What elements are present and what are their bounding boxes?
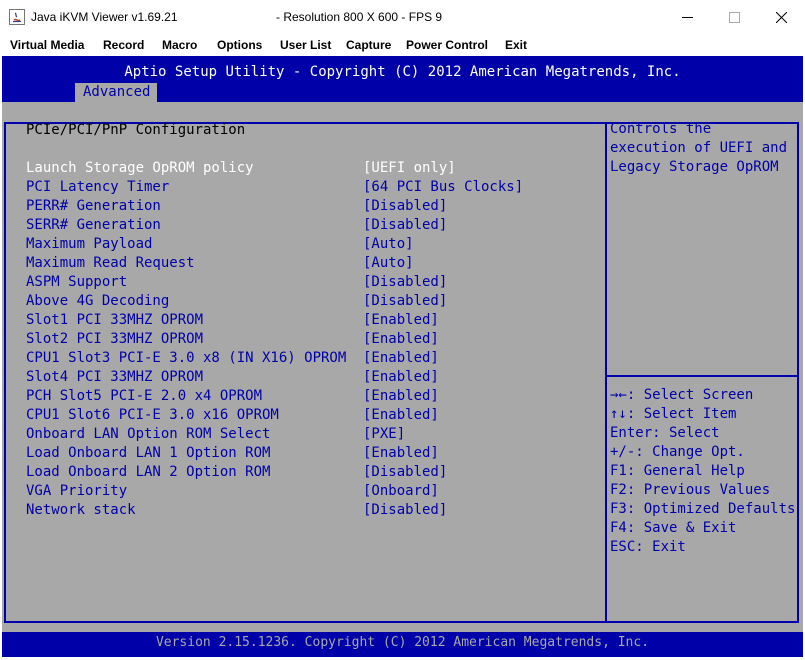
setting-row[interactable]: CPU1 Slot6 PCI-E 3.0 x16 OPROM [Enabled] xyxy=(2,407,602,426)
key-help-line: F3: Optimized Defaults xyxy=(610,501,796,517)
setting-label: Onboard LAN Option ROM Select xyxy=(26,426,271,442)
setting-label: Above 4G Decoding xyxy=(26,293,170,309)
maximize-button[interactable] xyxy=(711,4,757,30)
setting-label: PCI Latency Timer xyxy=(26,179,170,195)
setting-row[interactable]: Slot1 PCI 33MHZ OPROM [Enabled] xyxy=(2,312,602,331)
setting-label: Slot1 PCI 33MHZ OPROM xyxy=(26,312,204,328)
setting-label: SERR# Generation xyxy=(26,217,161,233)
setting-row[interactable]: Maximum Read Request [Auto] xyxy=(2,255,602,274)
setting-row[interactable]: SERR# Generation [Disabled] xyxy=(2,217,602,236)
setting-value[interactable]: [Disabled] xyxy=(363,217,447,233)
tab-advanced[interactable]: Advanced xyxy=(75,83,157,102)
setting-row[interactable]: ASPM Support [Disabled] xyxy=(2,274,602,293)
help-divider xyxy=(607,375,797,377)
menu-power-control[interactable]: Power Control xyxy=(406,38,488,52)
setting-row[interactable]: Load Onboard LAN 2 Option ROM [Disabled] xyxy=(2,464,602,483)
key-help-line: →←: Select Screen xyxy=(610,387,754,403)
setting-value[interactable]: [Enabled] xyxy=(363,312,439,328)
setting-value[interactable]: [Auto] xyxy=(363,255,414,271)
setting-row[interactable]: Slot4 PCI 33MHZ OPROM [Enabled] xyxy=(2,369,602,388)
setting-value[interactable]: [UEFI only] xyxy=(363,160,456,176)
setting-row[interactable]: Load Onboard LAN 1 Option ROM [Enabled] xyxy=(2,445,602,464)
menu-exit[interactable]: Exit xyxy=(505,38,527,52)
setting-value[interactable]: [Enabled] xyxy=(363,407,439,423)
setting-value[interactable]: [Enabled] xyxy=(363,331,439,347)
setting-value[interactable]: [64 PCI Bus Clocks] xyxy=(363,179,523,195)
panel-divider xyxy=(605,122,607,623)
setting-row[interactable]: Above 4G Decoding [Disabled] xyxy=(2,293,602,312)
setting-row[interactable]: Network stack [Disabled] xyxy=(2,502,602,521)
app-title: Java iKVM Viewer v1.69.21 xyxy=(31,10,178,24)
minimize-button[interactable] xyxy=(664,4,710,30)
setting-row[interactable]: PERR# Generation [Disabled] xyxy=(2,198,602,217)
minimize-icon xyxy=(681,16,693,18)
setting-value[interactable]: [PXE] xyxy=(363,426,405,442)
menu-capture[interactable]: Capture xyxy=(346,38,391,52)
bios-header: Aptio Setup Utility - Copyright (C) 2012… xyxy=(124,64,681,80)
bios-footer: Version 2.15.1236. Copyright (C) 2012 Am… xyxy=(155,635,650,650)
setting-value[interactable]: [Enabled] xyxy=(363,350,439,366)
close-icon xyxy=(775,11,787,23)
menu-macro[interactable]: Macro xyxy=(162,38,197,52)
setting-label: Maximum Payload xyxy=(26,236,153,252)
setting-label: Slot2 PCI 33MHZ OPROM xyxy=(26,331,204,347)
key-help-line: F2: Previous Values xyxy=(610,482,771,498)
setting-label: PERR# Generation xyxy=(26,198,161,214)
setting-value[interactable]: [Disabled] xyxy=(363,198,447,214)
key-help-line: +/-: Change Opt. xyxy=(610,444,745,460)
setting-row[interactable]: Slot2 PCI 33MHZ OPROM [Enabled] xyxy=(2,331,602,350)
bios-screen[interactable]: Aptio Setup Utility - Copyright (C) 2012… xyxy=(2,56,803,657)
setting-row[interactable]: CPU1 Slot3 PCI-E 3.0 x8 (IN X16) OPROM [E… xyxy=(2,350,602,369)
setting-row[interactable]: Onboard LAN Option ROM Select [PXE] xyxy=(2,426,602,445)
setting-label: CPU1 Slot6 PCI-E 3.0 x16 OPROM xyxy=(26,407,279,423)
key-help-line: F4: Save & Exit xyxy=(610,520,737,536)
help-line: execution of UEFI and xyxy=(610,140,788,156)
resolution-title: - Resolution 800 X 600 - FPS 9 xyxy=(276,10,443,24)
maximize-icon xyxy=(728,11,740,23)
window-title-bar: Java iKVM Viewer v1.69.21 - Resolution 8… xyxy=(0,0,805,34)
setting-label: Launch Storage OpROM policy xyxy=(26,160,254,176)
menu-record[interactable]: Record xyxy=(103,38,144,52)
help-line: Controls the xyxy=(610,121,712,137)
section-title: PCIe/PCI/PnP Configuration xyxy=(26,122,246,138)
setting-value[interactable]: [Disabled] xyxy=(363,502,447,518)
setting-value[interactable]: [Enabled] xyxy=(363,445,439,461)
setting-value[interactable]: [Onboard] xyxy=(363,483,439,499)
setting-label: Slot4 PCI 33MHZ OPROM xyxy=(26,369,204,385)
setting-value[interactable]: [Disabled] xyxy=(363,464,447,480)
setting-value[interactable]: [Disabled] xyxy=(363,274,447,290)
setting-label: Maximum Read Request xyxy=(26,255,195,271)
setting-row[interactable]: Maximum Payload [Auto] xyxy=(2,236,602,255)
setting-label: Load Onboard LAN 2 Option ROM xyxy=(26,464,271,480)
setting-row[interactable]: Launch Storage OpROM policy [UEFI only] xyxy=(2,160,602,179)
setting-value[interactable]: [Enabled] xyxy=(363,388,439,404)
setting-row[interactable]: PCH Slot5 PCI-E 2.0 x4 OPROM [Enabled] xyxy=(2,388,602,407)
menu-bar: Virtual Media Record Macro Options User … xyxy=(0,34,805,56)
key-help-line: Enter: Select xyxy=(610,425,720,441)
menu-options[interactable]: Options xyxy=(217,38,262,52)
panel-border-bottom xyxy=(4,621,799,623)
setting-label: Load Onboard LAN 1 Option ROM xyxy=(26,445,271,461)
close-button[interactable] xyxy=(758,4,804,30)
menu-user-list[interactable]: User List xyxy=(280,38,331,52)
setting-label: PCH Slot5 PCI-E 2.0 x4 OPROM xyxy=(26,388,263,404)
panel-border-right xyxy=(797,122,799,623)
key-help-line: ESC: Exit xyxy=(610,539,686,555)
setting-value[interactable]: [Disabled] xyxy=(363,293,447,309)
setting-row[interactable]: VGA Priority [Onboard] xyxy=(2,483,602,502)
setting-label: VGA Priority xyxy=(26,483,128,499)
setting-label: Network stack xyxy=(26,502,136,518)
setting-row[interactable]: PCI Latency Timer [64 PCI Bus Clocks] xyxy=(2,179,602,198)
menu-virtual-media[interactable]: Virtual Media xyxy=(10,38,84,52)
setting-label: ASPM Support xyxy=(26,274,128,290)
key-help-line: ↑↓: Select Item xyxy=(610,406,737,422)
setting-value[interactable]: [Auto] xyxy=(363,236,414,252)
setting-label: CPU1 Slot3 PCI-E 3.0 x8 (IN X16) OPROM xyxy=(26,350,347,366)
help-line: Legacy Storage OpROM xyxy=(610,159,779,175)
key-help-line: F1: General Help xyxy=(610,463,745,479)
setting-value[interactable]: [Enabled] xyxy=(363,369,439,385)
java-icon xyxy=(9,9,25,25)
